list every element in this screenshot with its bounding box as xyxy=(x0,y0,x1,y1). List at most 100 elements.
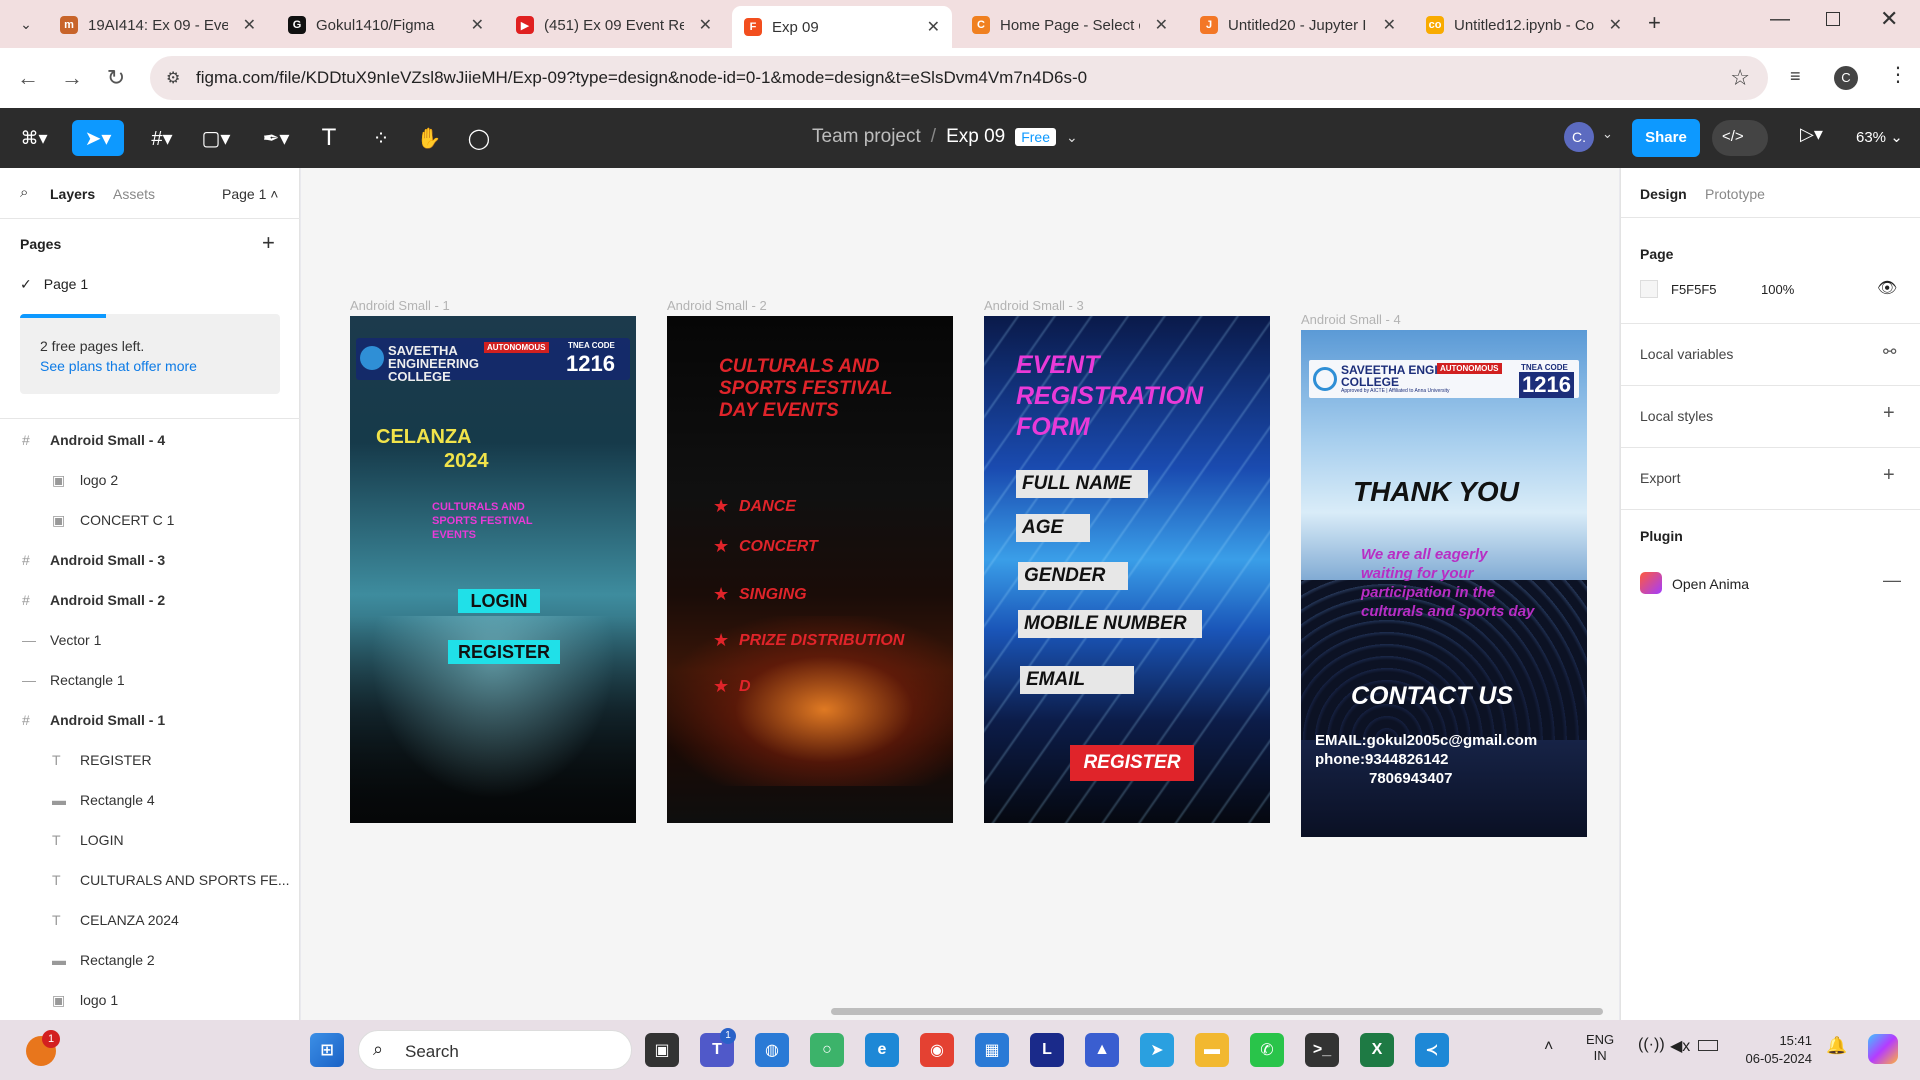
restore-button[interactable] xyxy=(1826,12,1840,26)
page-selector[interactable]: Page 1 ˄ xyxy=(222,186,278,202)
layer-item[interactable]: # Android Small - 1 xyxy=(0,700,300,740)
text-tool-icon[interactable]: T xyxy=(314,122,344,154)
layer-item[interactable]: T CELANZA 2024 xyxy=(0,900,300,940)
android-frame-3[interactable]: EVENT REGISTRATION FORM REGISTER FULL NA… xyxy=(984,316,1270,823)
terminal-icon[interactable]: >_ xyxy=(1305,1033,1339,1067)
copilot-icon[interactable] xyxy=(1868,1034,1898,1064)
frame-label[interactable]: Android Small - 2 xyxy=(667,298,767,313)
form-field[interactable]: AGE xyxy=(1016,514,1090,542)
reload-button[interactable]: ↻ xyxy=(100,62,132,94)
whatsapp-icon[interactable]: ✆ xyxy=(1250,1033,1284,1067)
page-item[interactable]: ✓ Page 1 xyxy=(20,276,88,293)
layer-item[interactable]: T REGISTER xyxy=(0,740,300,780)
new-tab-button[interactable]: + xyxy=(1648,10,1661,36)
copilot-ring-icon[interactable]: ○ xyxy=(810,1033,844,1067)
vscode-icon[interactable]: ≺ xyxy=(1415,1033,1449,1067)
search-icon[interactable]: ⌕ xyxy=(20,184,28,201)
edge-icon[interactable]: e xyxy=(865,1033,899,1067)
browser-tab[interactable]: ▶ (451) Ex 09 Event Reg ✕ xyxy=(504,8,724,42)
layer-item[interactable]: ▣ logo 1 xyxy=(0,980,300,1020)
visibility-eye-icon[interactable]: 👁 xyxy=(1877,278,1897,298)
file-explorer-icon[interactable]: ▬ xyxy=(1195,1033,1229,1067)
remove-plugin-icon[interactable]: — xyxy=(1883,570,1901,591)
tab-layers[interactable]: Layers xyxy=(50,186,95,202)
figma-main-menu-icon[interactable]: ⌘▾ xyxy=(14,122,54,154)
profile-avatar[interactable]: C xyxy=(1834,66,1858,90)
move-tool-icon[interactable]: ➤▾ xyxy=(72,120,124,156)
windows-start-icon[interactable]: ⊞ xyxy=(310,1033,344,1067)
file-name[interactable]: Exp 09 xyxy=(946,126,1005,148)
zoom-level[interactable]: 63% ⌄ xyxy=(1856,128,1903,146)
file-menu-chevron-icon[interactable]: ⌄ xyxy=(1066,129,1078,146)
browser-tab[interactable]: G Gokul1410/Figma ✕ xyxy=(276,8,496,42)
form-field[interactable]: MOBILE NUMBER xyxy=(1018,610,1202,638)
frame-label[interactable]: Android Small - 4 xyxy=(1301,312,1401,327)
tray-chevron-icon[interactable]: ˄ xyxy=(1544,1038,1553,1056)
present-play-icon[interactable]: ▷▾ xyxy=(1800,124,1823,145)
browser-menu-icon[interactable]: ⋮ xyxy=(1888,62,1908,87)
arc-app-icon[interactable]: ▲ xyxy=(1085,1033,1119,1067)
avatar-chevron-icon[interactable]: ⌄ xyxy=(1602,126,1613,142)
forward-button[interactable]: → xyxy=(56,62,88,94)
tab-search-button[interactable]: ⌄ xyxy=(12,10,40,38)
shape-tool-icon[interactable]: ▢▾ xyxy=(196,122,236,154)
layer-item[interactable]: ▬ Rectangle 4 xyxy=(0,780,300,820)
horizontal-scrollbar[interactable] xyxy=(831,1008,1603,1015)
page-opacity-value[interactable]: 100% xyxy=(1761,282,1794,297)
globe-app-icon[interactable]: ◍ xyxy=(755,1033,789,1067)
l-app-icon[interactable]: L xyxy=(1030,1033,1064,1067)
task-view-icon[interactable]: ▣ xyxy=(645,1033,679,1067)
notification-bell-icon[interactable]: 🔔 xyxy=(1826,1036,1847,1056)
browser-tab[interactable]: F Exp 09 ✕ xyxy=(732,6,952,48)
plugin-name[interactable]: Open Anima xyxy=(1672,576,1749,592)
form-register-button[interactable]: REGISTER xyxy=(1070,745,1194,781)
url-text[interactable]: figma.com/file/KDDtuX9nIeVZsl8wJiieMH/Ex… xyxy=(196,68,1087,88)
comment-tool-icon[interactable]: ◯ xyxy=(464,122,494,154)
register-button[interactable]: REGISTER xyxy=(448,640,560,664)
layer-item[interactable]: — Rectangle 1 xyxy=(0,660,300,700)
add-page-icon[interactable]: + xyxy=(262,230,275,256)
frame-tool-icon[interactable]: #▾ xyxy=(142,122,182,154)
close-tab-icon[interactable]: ✕ xyxy=(927,17,940,37)
excel-icon[interactable]: X xyxy=(1360,1033,1394,1067)
login-button[interactable]: LOGIN xyxy=(458,589,540,613)
telegram-icon[interactable]: ➤ xyxy=(1140,1033,1174,1067)
add-style-icon[interactable]: + xyxy=(1883,402,1895,425)
pen-tool-icon[interactable]: ✒▾ xyxy=(256,122,296,154)
store-icon[interactable]: ▦ xyxy=(975,1033,1009,1067)
close-tab-icon[interactable]: ✕ xyxy=(243,15,256,35)
browser-tab[interactable]: m 19AI414: Ex 09 - Even ✕ xyxy=(48,8,268,42)
resources-tool-icon[interactable]: ⁘ xyxy=(366,122,396,154)
back-button[interactable]: ← xyxy=(12,62,44,94)
local-styles-row[interactable]: Local styles + xyxy=(1621,386,1920,448)
page-color-swatch[interactable] xyxy=(1640,280,1658,298)
layer-item[interactable]: T CULTURALS AND SPORTS FE... xyxy=(0,860,300,900)
tab-assets[interactable]: Assets xyxy=(113,186,155,202)
plans-link[interactable]: See plans that offer more xyxy=(40,358,197,374)
frame-label[interactable]: Android Small - 1 xyxy=(350,298,450,313)
layer-item[interactable]: T LOGIN xyxy=(0,820,300,860)
bookmark-star-icon[interactable]: ☆ xyxy=(1730,65,1750,91)
frame-label[interactable]: Android Small - 3 xyxy=(984,298,1084,313)
layer-item[interactable]: ▬ Rectangle 2 xyxy=(0,940,300,980)
layer-item[interactable]: # Android Small - 4 xyxy=(0,420,300,460)
dev-mode-toggle[interactable]: </> xyxy=(1712,120,1768,156)
close-tab-icon[interactable]: ✕ xyxy=(1383,15,1396,35)
variables-icon[interactable]: ⚯ xyxy=(1883,342,1896,362)
close-tab-icon[interactable]: ✕ xyxy=(1609,15,1622,35)
layer-item[interactable]: ▣ logo 2 xyxy=(0,460,300,500)
battery-icon[interactable] xyxy=(1698,1040,1718,1051)
design-canvas[interactable]: Android Small - 1 SAVEETHA ENGINEERING C… xyxy=(301,168,1619,1020)
close-tab-icon[interactable]: ✕ xyxy=(471,15,484,35)
local-variables-row[interactable]: Local variables ⚯ xyxy=(1621,324,1920,386)
close-window-button[interactable]: ✕ xyxy=(1880,6,1898,32)
android-frame-1[interactable]: SAVEETHA ENGINEERING COLLEGE AUTONOMOUS … xyxy=(350,316,636,823)
android-frame-4[interactable]: SAVEETHA ENGINEERING COLLEGE AUTONOMOUS … xyxy=(1301,330,1587,837)
language-indicator[interactable]: ENG IN xyxy=(1586,1032,1614,1064)
chrome-icon[interactable]: ◉ xyxy=(920,1033,954,1067)
share-button[interactable]: Share xyxy=(1632,119,1700,157)
close-tab-icon[interactable]: ✕ xyxy=(1155,15,1168,35)
wifi-icon[interactable]: ((·)) xyxy=(1638,1036,1665,1054)
volume-icon[interactable]: ◀x xyxy=(1670,1036,1690,1056)
form-field[interactable]: GENDER xyxy=(1018,562,1128,590)
